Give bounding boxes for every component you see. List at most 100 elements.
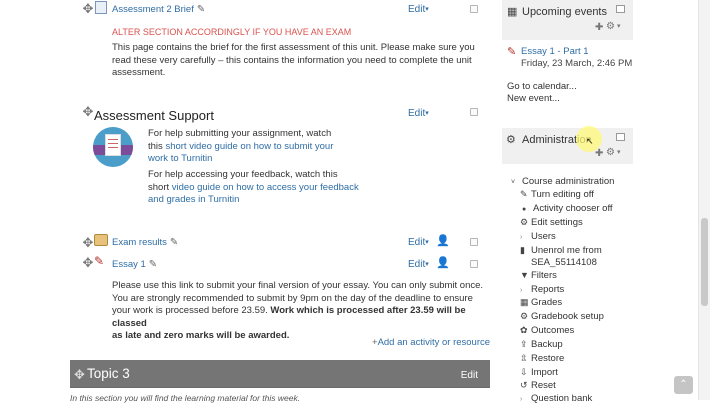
- essay-link[interactable]: Essay 1 ✎: [112, 259, 157, 270]
- topic-3-edit-link[interactable]: Edit: [461, 370, 478, 381]
- edit-label[interactable]: Edit: [408, 259, 425, 270]
- assessment-support-edit-menu[interactable]: Edit▾: [408, 108, 429, 119]
- move-handle-icon[interactable]: ✥: [82, 2, 94, 15]
- admin-activity-chooser-off[interactable]: ● Activity chooser off: [522, 203, 613, 214]
- add-activity-link[interactable]: +Add an activity or resource: [372, 337, 490, 348]
- exam-results-checkbox[interactable]: [470, 238, 478, 246]
- collapse-block-icon[interactable]: [616, 5, 625, 13]
- folder-icon: [94, 234, 108, 246]
- assign-roles-icon[interactable]: 👤: [436, 256, 450, 269]
- admin-reset[interactable]: ↺ Reset: [520, 380, 556, 391]
- admin-item-label[interactable]: Restore: [531, 353, 564, 364]
- admin-item-label[interactable]: Import: [531, 367, 558, 378]
- admin-restore[interactable]: ⇫ Restore: [520, 353, 564, 364]
- move-handle-icon[interactable]: ✥: [82, 105, 94, 118]
- goto-calendar-link[interactable]: Go to calendar...: [507, 81, 577, 92]
- turnitin-event-icon: ✎: [507, 46, 517, 58]
- essay-edit-menu[interactable]: Edit▾: [408, 259, 429, 270]
- admin-item-label[interactable]: Edit settings: [531, 217, 583, 228]
- page-scrollbar[interactable]: [698, 0, 710, 400]
- admin-item-label[interactable]: Backup: [531, 339, 563, 350]
- admin-item-label[interactable]: Course administration: [522, 176, 614, 187]
- assign-roles-icon[interactable]: 👤: [436, 234, 450, 247]
- assessment-brief-checkbox[interactable]: [470, 5, 478, 13]
- caret-down-icon[interactable]: ▾: [617, 148, 621, 156]
- admin-item-label[interactable]: Activity chooser off: [533, 203, 613, 214]
- add-activity-label[interactable]: Add an activity or resource: [378, 337, 490, 348]
- scrollbar-thumb[interactable]: [701, 218, 708, 306]
- assessment-brief-link[interactable]: Assessment 2 Brief ✎: [112, 4, 205, 15]
- submit-video-guide-link-cont[interactable]: work to Turnitin: [148, 153, 212, 164]
- assessment-brief-edit-menu[interactable]: Edit▾: [408, 4, 429, 15]
- admin-import[interactable]: ⇩ Import: [520, 367, 558, 378]
- admin-item-label[interactable]: Question bank: [531, 393, 592, 404]
- admin-item-label[interactable]: Turn editing off: [531, 189, 594, 200]
- admin-unenrol-me[interactable]: ▮ Unenrol me from: [520, 245, 602, 256]
- essay-desc-line: your work is processed before 23.59.: [112, 305, 271, 316]
- bullet-icon: ●: [522, 206, 527, 213]
- admin-item-label[interactable]: Gradebook setup: [531, 311, 604, 322]
- essay-desc-line: Please use this link to submit your fina…: [112, 280, 484, 291]
- backup-icon: ⇪: [520, 339, 528, 349]
- collapse-block-icon[interactable]: [616, 133, 625, 141]
- admin-item-label[interactable]: Filters: [531, 270, 557, 281]
- admin-filters[interactable]: ▼ Filters: [520, 270, 557, 281]
- admin-question-bank[interactable]: › Question bank: [520, 393, 592, 404]
- essay-checkbox[interactable]: [470, 260, 478, 268]
- edit-title-pencil-icon[interactable]: ✎: [170, 237, 178, 248]
- admin-item-label[interactable]: Outcomes: [531, 325, 574, 336]
- edit-label[interactable]: Edit: [408, 237, 425, 248]
- admin-item-label[interactable]: Reset: [531, 380, 556, 391]
- caret-down-icon[interactable]: ▾: [617, 22, 621, 30]
- admin-backup[interactable]: ⇪ Backup: [520, 339, 563, 350]
- edit-title-pencil-icon[interactable]: ✎: [197, 4, 205, 15]
- exam-results-link[interactable]: Exam results ✎: [112, 237, 178, 248]
- admin-course-administration[interactable]: ˅ Course administration: [511, 176, 614, 187]
- admin-item-label[interactable]: Users: [531, 231, 556, 242]
- edit-label[interactable]: Edit: [408, 108, 425, 119]
- submit-help-paragraph: For help submitting your assignment, wat…: [148, 128, 348, 166]
- admin-turn-editing-off[interactable]: ✎ Turn editing off: [520, 189, 594, 200]
- admin-item-label[interactable]: Reports: [531, 284, 564, 295]
- upcoming-event-link[interactable]: Essay 1 - Part 1: [521, 46, 589, 57]
- block-settings-gear-icon[interactable]: ⚙: [606, 21, 615, 32]
- move-handle-icon[interactable]: ✥: [82, 256, 94, 269]
- exam-results-title[interactable]: Exam results: [112, 237, 167, 248]
- move-block-icon[interactable]: ✚: [595, 22, 603, 33]
- caret-down-icon: ▾: [425, 261, 429, 268]
- edit-label[interactable]: Edit: [408, 4, 425, 15]
- admin-users[interactable]: › Users: [520, 231, 556, 242]
- upcoming-event-date: Friday, 23 March, 2:46 PM: [521, 58, 633, 69]
- essay-desc-line: You are strongly recommended to submit b…: [112, 292, 473, 304]
- admin-reports[interactable]: › Reports: [520, 284, 564, 295]
- admin-gradebook-setup[interactable]: ⚙ Gradebook setup: [520, 311, 604, 322]
- move-handle-icon[interactable]: ✥: [82, 236, 94, 249]
- caret-down-icon: ▾: [425, 6, 429, 13]
- assessment-brief-description: This page contains the brief for the fir…: [112, 42, 492, 80]
- submit-video-guide-link[interactable]: short video guide on how to submit your: [165, 141, 333, 152]
- admin-unenrol-course-code[interactable]: SEA_55114108: [531, 257, 597, 268]
- edit-title-pencil-icon[interactable]: ✎: [149, 259, 157, 270]
- admin-item-label[interactable]: Grades: [531, 297, 562, 308]
- admin-item-label[interactable]: Unenrol me from: [531, 245, 602, 256]
- topic-3-header: ✥ Topic 3 Edit: [70, 360, 490, 388]
- admin-outcomes[interactable]: ✿ Outcomes: [520, 325, 574, 336]
- assessment-brief-title[interactable]: Assessment 2 Brief: [112, 4, 194, 15]
- new-event-link[interactable]: New event...: [507, 93, 560, 104]
- admin-grades[interactable]: ▦ Grades: [520, 297, 562, 308]
- essay-title[interactable]: Essay 1: [112, 259, 146, 270]
- move-handle-icon[interactable]: ✥: [74, 367, 85, 383]
- admin-edit-settings[interactable]: ⚙ Edit settings: [520, 217, 583, 228]
- caret-down-icon: ▾: [425, 239, 429, 246]
- feedback-video-guide-link-cont[interactable]: and grades in Turnitin: [148, 194, 239, 205]
- caret-down-icon: ˅: [511, 179, 516, 186]
- block-settings-gear-icon[interactable]: ⚙: [606, 147, 615, 158]
- feedback-video-guide-link[interactable]: video guide on how to access your feedba…: [172, 182, 359, 193]
- admin-item-label[interactable]: SEA_55114108: [531, 257, 597, 268]
- back-to-top-button[interactable]: ⌃: [674, 376, 693, 394]
- topic-3-title: Topic 3: [87, 366, 130, 381]
- essay-description: Please use this link to submit your fina…: [112, 280, 497, 343]
- upcoming-events-header: ▦ Upcoming events ✚ ⚙ ▾: [502, 0, 633, 40]
- exam-results-edit-menu[interactable]: Edit▾: [408, 237, 429, 248]
- assessment-support-checkbox[interactable]: [470, 108, 478, 116]
